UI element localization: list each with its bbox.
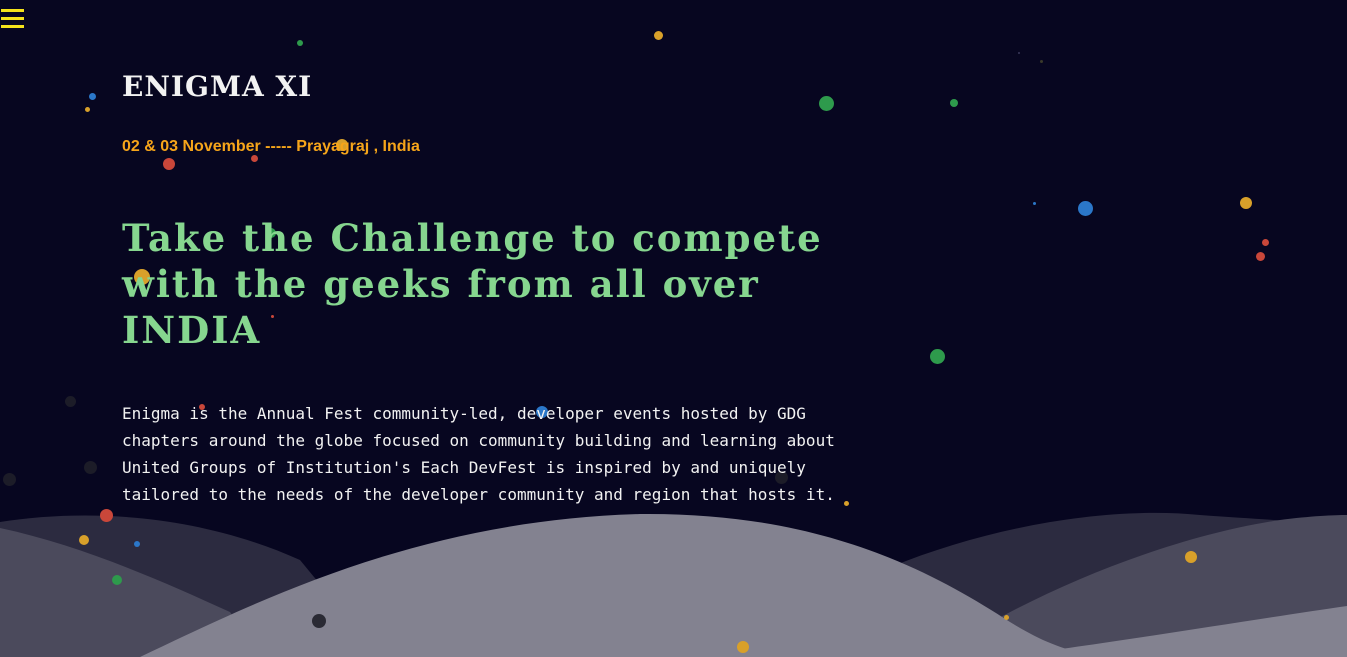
particle: [950, 99, 958, 107]
particle: [84, 461, 97, 474]
particle: [163, 158, 175, 170]
particle: [85, 107, 90, 112]
particle: [1262, 239, 1269, 246]
particle: [65, 396, 76, 407]
particle: [1078, 201, 1093, 216]
particle: [737, 641, 749, 653]
hill-front-right: [1000, 606, 1347, 657]
hill-front: [140, 513, 1100, 657]
particle: [1240, 197, 1252, 209]
event-description: Enigma is the Annual Fest community-led,…: [122, 404, 835, 504]
particle: [819, 96, 834, 111]
particle: [1256, 252, 1265, 261]
particle: [1185, 551, 1197, 563]
particle: [1018, 52, 1020, 54]
event-date-location: 02 & 03 November ----- Prayagraj , India: [122, 138, 420, 155]
particle: [112, 575, 122, 585]
menu-bar: [1, 25, 24, 28]
hill-back-right: [820, 512, 1347, 657]
particle: [1040, 60, 1043, 63]
menu-bar: [1, 9, 24, 12]
particle: [134, 541, 140, 547]
particle: [79, 535, 89, 545]
particle: [3, 473, 16, 486]
hill-mid-right: [960, 515, 1347, 657]
hill-back-left: [0, 515, 380, 657]
particle: [654, 31, 663, 40]
particle: [297, 40, 303, 46]
particle: [312, 614, 326, 628]
menu-bar: [1, 17, 24, 20]
particle: [930, 349, 945, 364]
hero-headline: Take the Challenge to compete with the g…: [122, 216, 823, 352]
particle: [1033, 202, 1036, 205]
landing-page: ENIGMA XI 02 & 03 November ----- Prayagr…: [0, 0, 1347, 657]
particle: [251, 155, 258, 162]
event-title: ENIGMA XI: [122, 70, 313, 103]
particle: [89, 93, 96, 100]
particle: [1004, 615, 1009, 620]
hill-mid-left: [0, 528, 260, 657]
hamburger-menu-icon[interactable]: [1, 7, 25, 31]
particle: [100, 509, 113, 522]
